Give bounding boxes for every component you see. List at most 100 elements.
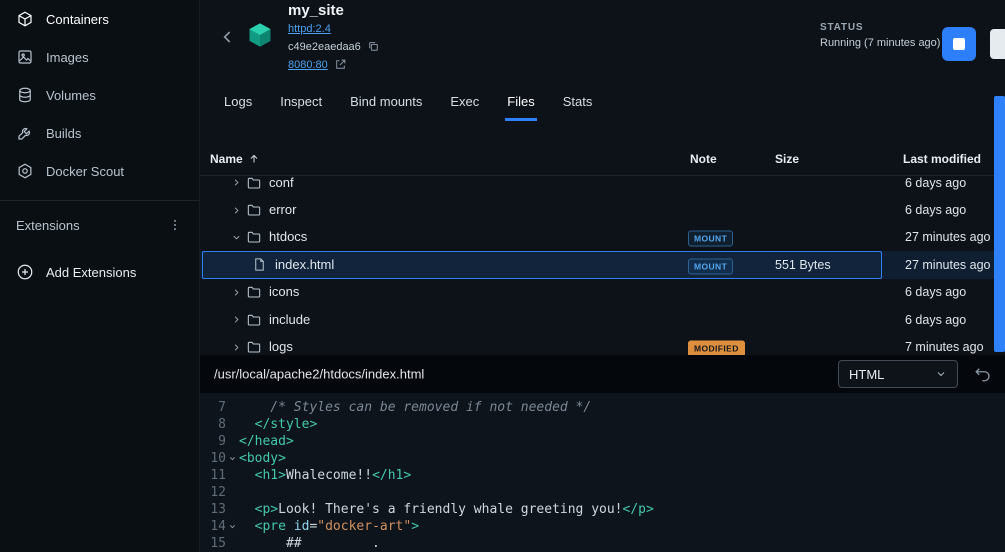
chevron-right-icon[interactable] [230, 286, 242, 298]
file-name: logs [269, 339, 293, 355]
image-link[interactable]: httpd:2.4 [288, 23, 331, 35]
stop-icon [953, 38, 965, 50]
containers-icon [16, 10, 34, 28]
file-modified: 27 minutes ago [905, 258, 990, 272]
sidebar-item-images[interactable]: Images [0, 38, 199, 76]
column-header-modified[interactable]: Last modified [903, 152, 981, 166]
folder-icon [246, 202, 262, 218]
port-link[interactable]: 8080:80 [288, 59, 328, 71]
code-text: ## . [239, 535, 380, 552]
tab-inspect[interactable]: Inspect [278, 88, 324, 121]
images-icon [16, 48, 34, 66]
code-line: 13 <p>Look! There's a friendly whale gre… [200, 501, 1005, 518]
code-line: 15 ## . [200, 535, 1005, 552]
fold-spacer [226, 399, 239, 416]
table-row[interactable]: error 6 days ago [200, 196, 1005, 223]
file-name-cell: htdocs [230, 224, 307, 251]
tab-bind-mounts[interactable]: Bind mounts [348, 88, 424, 121]
column-header-size[interactable]: Size [775, 152, 799, 166]
sidebar-item-builds[interactable]: Builds [0, 114, 199, 152]
code-line: 11 <h1>Whalecome!!</h1> [200, 467, 1005, 484]
sidebar-item-containers[interactable]: Containers [0, 0, 199, 38]
code-line: 8 </style> [200, 416, 1005, 433]
fold-spacer [226, 484, 239, 501]
fold-chevron-icon[interactable] [226, 518, 239, 535]
code-text: </style> [239, 416, 317, 433]
extensions-section-header[interactable]: Extensions [0, 206, 199, 244]
file-name-cell: icons [230, 279, 299, 306]
badge-mount: MOUNT [688, 231, 733, 247]
file-name: icons [269, 284, 299, 300]
line-number: 7 [200, 399, 226, 416]
main-panel: my_site httpd:2.4 c49e2eaedaa6 8080:80 [200, 0, 1005, 552]
file-modified: 27 minutes ago [905, 230, 990, 244]
tab-stats[interactable]: Stats [561, 88, 595, 121]
container-header: my_site httpd:2.4 c49e2eaedaa6 8080:80 [200, 0, 1005, 88]
chevron-right-icon[interactable] [230, 177, 242, 189]
file-icon [252, 257, 268, 273]
builds-icon [16, 124, 34, 142]
column-header-name[interactable]: Name [210, 152, 260, 166]
tab-logs[interactable]: Logs [222, 88, 254, 121]
file-name-cell: include [230, 306, 310, 333]
undo-icon[interactable] [974, 365, 992, 383]
fold-spacer [226, 535, 239, 552]
note-cell: MODIFIED [688, 340, 745, 355]
table-row[interactable]: logsMODIFIED7 minutes ago [200, 333, 1005, 355]
code-line: 14 <pre id="docker-art"> [200, 518, 1005, 535]
line-number: 11 [200, 467, 226, 484]
folder-icon [246, 177, 262, 191]
fold-chevron-icon[interactable] [226, 450, 239, 467]
file-name-cell: error [230, 196, 296, 223]
container-title-block: my_site httpd:2.4 c49e2eaedaa6 8080:80 [288, 2, 380, 71]
column-header-name-label: Name [210, 152, 243, 166]
tab-exec[interactable]: Exec [448, 88, 481, 121]
kebab-menu-icon[interactable] [167, 217, 183, 233]
files-table-header: Name Note Size Last modified [200, 146, 1005, 176]
table-row[interactable]: index.htmlMOUNT551 Bytes27 minutes ago [200, 251, 1005, 278]
docker-desktop-window: ContainersImages Volumes Builds Docker Scou… [0, 0, 1005, 552]
line-number: 9 [200, 433, 226, 450]
line-number: 14 [200, 518, 226, 535]
chevron-right-icon[interactable] [230, 204, 242, 216]
sidebar-item-label: Builds [46, 126, 81, 141]
partial-action-button[interactable] [990, 29, 1005, 59]
code-text: /* Styles can be removed if not needed *… [239, 399, 591, 416]
folder-icon [246, 339, 262, 355]
status-label: STATUS [820, 22, 940, 33]
add-extensions-button[interactable]: Add Extensions [0, 253, 199, 291]
note-cell: MOUNT [688, 257, 733, 272]
line-number: 13 [200, 501, 226, 518]
file-modified: 6 days ago [905, 203, 966, 217]
external-link-icon[interactable] [334, 58, 347, 71]
vertical-scrollbar[interactable] [994, 96, 1005, 352]
sidebar-item-docker-scout[interactable]: Docker Scout [0, 152, 199, 190]
table-row[interactable]: include6 days ago [200, 306, 1005, 333]
table-row[interactable]: icons6 days ago [200, 279, 1005, 306]
language-select[interactable]: HTML [838, 360, 958, 388]
add-extensions-label: Add Extensions [46, 265, 136, 280]
column-header-note[interactable]: Note [690, 152, 717, 166]
file-name: conf [269, 177, 294, 191]
back-button[interactable] [218, 27, 238, 47]
copy-icon[interactable] [367, 40, 380, 53]
chevron-down-icon[interactable] [230, 231, 242, 243]
tab-bar: Logs Inspect Bind mounts Exec Files Stats [200, 88, 1005, 121]
sidebar-item-volumes[interactable]: Volumes [0, 76, 199, 114]
chevron-right-icon[interactable] [230, 341, 242, 353]
file-name: include [269, 312, 310, 328]
code-editor[interactable]: 7 /* Styles can be removed if not needed… [200, 393, 1005, 552]
code-text: <pre id="docker-art"> [239, 518, 419, 535]
editor-path-bar: /usr/local/apache2/htdocs/index.html HTM… [200, 355, 1005, 393]
file-name: htdocs [269, 229, 307, 245]
file-name: index.html [275, 257, 334, 273]
sidebar: ContainersImages Volumes Builds Docker Scou… [0, 0, 200, 552]
file-name-cell: index.html [230, 251, 334, 278]
table-row[interactable]: conf6 days ago [200, 177, 1005, 196]
tab-files[interactable]: Files [505, 88, 536, 121]
sidebar-item-label: Volumes [46, 88, 96, 103]
chevron-right-icon[interactable] [230, 314, 242, 326]
table-row[interactable]: htdocs MOUNT 27 minutes ago [200, 224, 1005, 251]
stop-button[interactable] [942, 27, 976, 61]
code-line: 12 [200, 484, 1005, 501]
